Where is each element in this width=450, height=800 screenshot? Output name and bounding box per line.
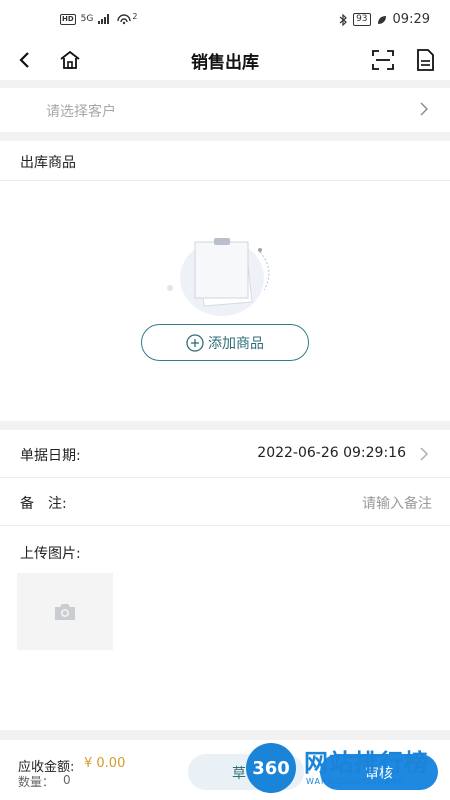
audit-label: 审核 xyxy=(365,766,393,782)
customer-selector[interactable]: 请选择客户 xyxy=(0,88,450,132)
quantity-value: 0 xyxy=(63,773,71,787)
document-button[interactable] xyxy=(411,46,439,74)
status-bar: HD 5G 2 93 09:29 xyxy=(0,0,450,40)
empty-clipboard-icon xyxy=(167,238,270,316)
add-goods-label: 添加商品 xyxy=(208,335,264,352)
hd-badge: HD xyxy=(60,13,76,25)
remark-label: 备 注: xyxy=(20,496,67,512)
nav-bar: 销售出库 xyxy=(0,40,450,80)
plus-circle-icon xyxy=(186,333,204,352)
amount-value: ¥ 0.00 xyxy=(84,756,126,771)
quantity-label: 数量： xyxy=(18,775,55,789)
upload-image-button[interactable] xyxy=(17,573,113,650)
remark-input[interactable]: 请输入备注 xyxy=(362,493,432,513)
divider xyxy=(0,180,450,181)
goods-section-title: 出库商品 xyxy=(20,155,76,171)
leaf-icon xyxy=(377,15,386,24)
hotspot-count: 2 xyxy=(132,11,138,21)
document-icon xyxy=(417,49,434,71)
chevron-right-icon xyxy=(420,447,428,461)
signal-icon xyxy=(98,14,110,24)
chevron-right-icon xyxy=(420,102,428,116)
hotspot-icon xyxy=(117,14,132,25)
network-type: 5G xyxy=(80,14,94,24)
battery-level: 93 xyxy=(353,13,371,26)
status-right: 93 09:29 xyxy=(339,12,430,27)
camera-icon xyxy=(55,603,75,620)
audit-button[interactable]: 审核 xyxy=(320,754,438,790)
scan-icon xyxy=(372,50,394,70)
upload-label: 上传图片: xyxy=(20,546,81,562)
bottom-bar: 应收金额: ¥ 0.00 数量： 0 草 审核 xyxy=(0,740,450,800)
status-time: 09:29 xyxy=(392,12,430,27)
date-row[interactable]: 单据日期: 2022-06-26 09:29:16 xyxy=(0,430,450,478)
goods-section: 出库商品 添加商品 xyxy=(0,141,450,421)
date-label: 单据日期: xyxy=(20,448,81,464)
scan-button[interactable] xyxy=(369,46,397,74)
remark-row: 备 注: 请输入备注 xyxy=(0,478,450,526)
save-draft-button[interactable]: 草 xyxy=(188,754,304,790)
status-left: HD 5G 2 xyxy=(60,11,138,25)
customer-placeholder: 请选择客户 xyxy=(46,104,116,120)
add-goods-button[interactable]: 添加商品 xyxy=(141,324,309,361)
bluetooth-icon xyxy=(339,13,347,26)
date-value: 2022-06-26 09:29:16 xyxy=(257,445,406,461)
draft-label: 草 xyxy=(232,766,246,782)
order-form: 单据日期: 2022-06-26 09:29:16 备 注: 请输入备注 上传图… xyxy=(0,430,450,730)
